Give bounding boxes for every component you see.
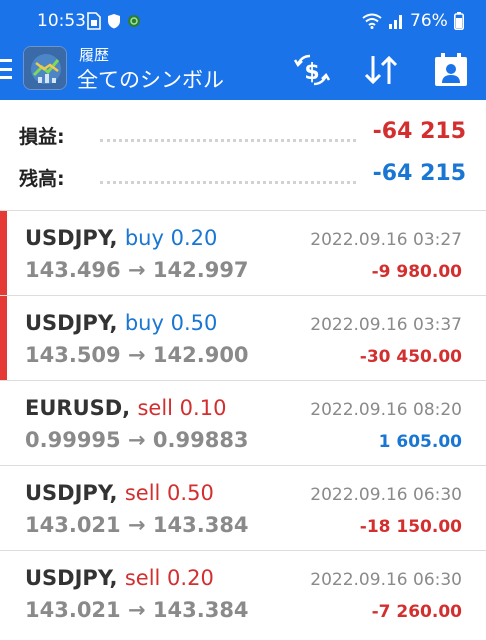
trade-prices: 0.99995 → 0.99883 (25, 427, 249, 453)
trade-time: 2022.09.16 08:20 (310, 400, 462, 420)
symbol-name: EURUSD, (25, 396, 131, 420)
arrow-icon: → (127, 258, 146, 282)
menu-icon[interactable] (0, 56, 14, 82)
trade-symbol: EURUSD, sell 0.10 (25, 395, 226, 421)
page-title[interactable]: 全てのシンボル (77, 66, 224, 94)
svg-text:$: $ (304, 60, 319, 85)
trade-symbol: USDJPY, sell 0.20 (25, 565, 214, 591)
symbol-name: USDJPY, (25, 481, 118, 505)
trade-row[interactable]: USDJPY, buy 0.20 143.496 → 142.997 2022.… (0, 210, 486, 295)
trade-prices: 143.021 → 143.384 (25, 512, 249, 538)
calendar-person-icon[interactable] (431, 50, 471, 90)
trade-prices: 143.021 → 143.384 (25, 597, 249, 623)
loss-indicator (0, 211, 7, 295)
trade-side: sell 0.20 (124, 566, 214, 590)
trade-symbol: USDJPY, buy 0.50 (25, 310, 217, 336)
symbol-name: USDJPY, (25, 226, 118, 250)
arrow-icon: → (127, 343, 146, 367)
trade-row[interactable]: EURUSD, sell 0.10 0.99995 → 0.99883 2022… (0, 380, 486, 465)
balance-value: -64 215 (372, 161, 466, 186)
trade-prices: 143.496 → 142.997 (25, 257, 249, 283)
trade-side: sell 0.50 (124, 481, 214, 505)
profit-row: 損益: -64 215 (0, 114, 486, 154)
currency-exchange-icon[interactable]: $ (292, 50, 332, 90)
trade-row[interactable]: USDJPY, sell 0.20 143.021 → 143.384 2022… (0, 550, 486, 635)
close-price: 143.384 (152, 598, 249, 622)
open-price: 143.496 (25, 258, 121, 282)
trade-profit: -18 150.00 (359, 517, 462, 537)
shield-icon (108, 14, 120, 29)
trade-list: USDJPY, buy 0.20 143.496 → 142.997 2022.… (0, 210, 486, 635)
trade-time: 2022.09.16 03:27 (310, 230, 462, 250)
trade-time: 2022.09.16 06:30 (310, 485, 462, 505)
profit-label: 損益: (19, 126, 65, 148)
status-notifications (87, 12, 141, 30)
trade-profit: 1 605.00 (378, 432, 462, 452)
trade-profit: -7 260.00 (371, 602, 462, 622)
battery-percent: 76% (410, 11, 448, 31)
battery-icon (453, 12, 464, 30)
toolbar: 履歴 全てのシンボル $ (0, 42, 486, 100)
signal-icon (389, 15, 402, 29)
sim-card-icon (87, 12, 101, 30)
summary-panel: 損益: -64 215 残高: -64 215 (0, 100, 486, 210)
status-system: 76% (362, 10, 464, 32)
trade-row[interactable]: USDJPY, sell 0.50 143.021 → 143.384 2022… (0, 465, 486, 550)
close-price: 142.900 (152, 343, 249, 367)
symbol-name: USDJPY, (25, 566, 118, 590)
page-subtitle: 履歴 (79, 46, 110, 64)
status-time: 10:53 (37, 11, 86, 31)
wifi-icon (362, 13, 382, 29)
close-price: 0.99883 (152, 428, 249, 452)
trade-profit: -30 450.00 (359, 347, 462, 367)
trade-time: 2022.09.16 06:30 (310, 570, 462, 590)
arrow-icon: → (127, 428, 146, 452)
arrow-icon: → (127, 513, 146, 537)
app-header: 10:53 76% 履歴 全てのシンボル $ (0, 0, 486, 100)
trade-side: sell 0.10 (137, 396, 227, 420)
trade-row[interactable]: USDJPY, buy 0.50 143.509 → 142.900 2022.… (0, 295, 486, 380)
status-bar: 10:53 76% (0, 0, 486, 42)
app-notification-icon (128, 15, 140, 27)
dotted-leader (100, 139, 356, 142)
open-price: 0.99995 (25, 428, 121, 452)
trade-profit: -9 980.00 (371, 262, 462, 282)
app-logo-icon[interactable] (23, 46, 67, 90)
trade-symbol: USDJPY, buy 0.20 (25, 225, 217, 251)
open-price: 143.021 (25, 513, 121, 537)
balance-row: 残高: -64 215 (0, 156, 486, 196)
dotted-leader (100, 181, 356, 184)
profit-value: -64 215 (372, 119, 466, 144)
balance-label: 残高: (19, 168, 65, 190)
loss-indicator (0, 296, 7, 380)
trade-symbol: USDJPY, sell 0.50 (25, 480, 214, 506)
open-price: 143.021 (25, 598, 121, 622)
trade-side: buy 0.50 (124, 311, 218, 335)
symbol-name: USDJPY, (25, 311, 118, 335)
sort-arrows-icon[interactable] (361, 50, 401, 90)
close-price: 142.997 (152, 258, 249, 282)
open-price: 143.509 (25, 343, 121, 367)
trade-side: buy 0.20 (124, 226, 218, 250)
trade-prices: 143.509 → 142.900 (25, 342, 249, 368)
close-price: 143.384 (152, 513, 249, 537)
arrow-icon: → (127, 598, 146, 622)
trade-time: 2022.09.16 03:37 (310, 315, 462, 335)
